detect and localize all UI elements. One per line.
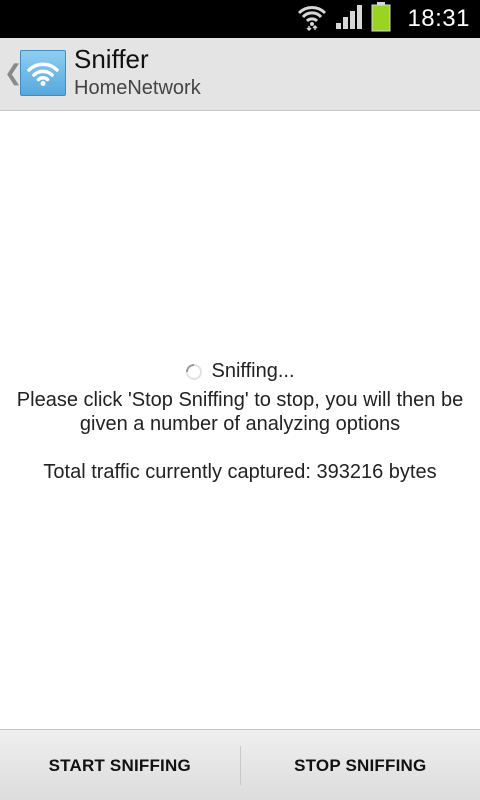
status-bar: 18:31 [0,0,480,38]
app-title: Sniffer [74,44,149,74]
battery-icon [371,1,391,37]
action-bar: ❮ Sniffer HomeNetwork [0,38,480,111]
status-time: 18:31 [407,5,470,32]
sniff-status-panel: Sniffing... Please click 'Stop Sniffing'… [0,358,480,484]
wifi-icon [27,62,59,86]
status-icons: 18:31 [297,0,470,38]
title-block: Sniffer HomeNetwork [74,43,201,101]
button-bar: START SNIFFING STOP SNIFFING [0,729,480,800]
app-icon [20,50,66,96]
sniff-status-line: Sniffing... [0,358,480,384]
content-area: Sniffing... Please click 'Stop Sniffing'… [0,111,480,729]
instructions-text: Please click 'Stop Sniffing' to stop, yo… [16,389,464,435]
up-button[interactable]: ❮ [0,38,70,110]
traffic-captured-text: Total traffic currently captured: 393216… [43,461,437,483]
sniff-status-text: Sniffing... [211,360,295,382]
signal-icon [335,4,363,35]
wifi-icon [297,3,327,36]
stop-sniffing-button[interactable]: STOP SNIFFING [241,730,480,800]
app-subtitle: HomeNetwork [74,77,201,99]
spinner-icon [185,362,203,380]
screen: 18:31 ❮ Sniffer HomeNetwork Sniffing... … [0,0,480,800]
start-sniffing-button[interactable]: START SNIFFING [0,730,240,800]
